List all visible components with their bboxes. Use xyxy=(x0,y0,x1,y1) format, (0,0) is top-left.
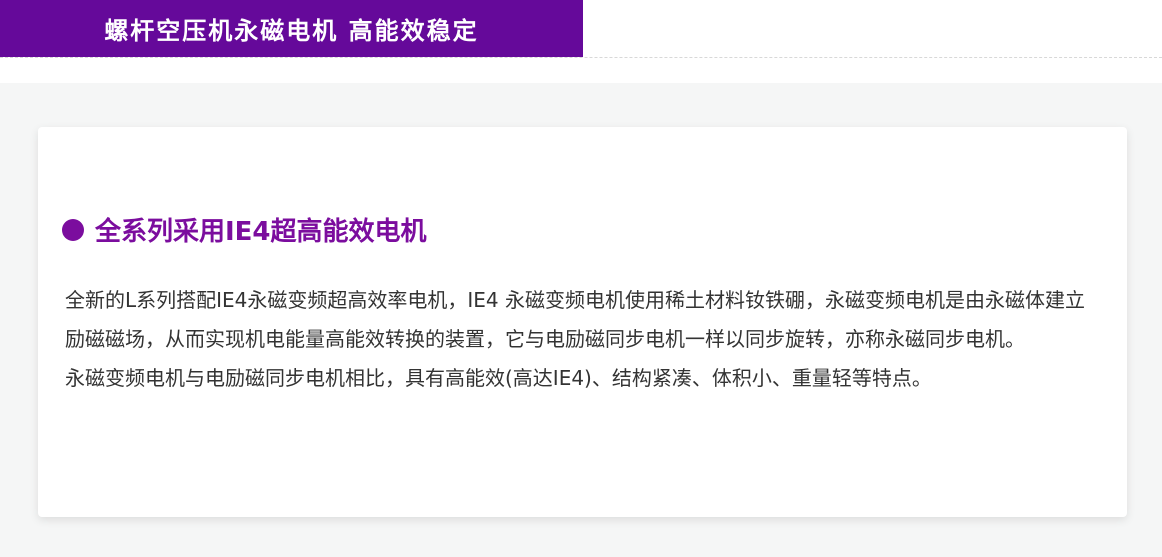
feature-paragraph-1: 全新的L系列搭配IE4永磁变频超高效率电机，IE4 永磁变频电机使用稀土材料钕铁… xyxy=(65,288,1086,351)
feature-heading-row: 全系列采用IE4超高能效电机 xyxy=(62,211,1103,248)
section-title: 螺杆空压机永磁电机 高能效稳定 xyxy=(104,17,479,45)
feature-heading: 全系列采用IE4超高能效电机 xyxy=(95,217,427,247)
section-title-banner: 螺杆空压机永磁电机 高能效稳定 xyxy=(0,0,583,57)
feature-card: 全系列采用IE4超高能效电机 全新的L系列搭配IE4永磁变频超高效率电机，IE4… xyxy=(38,127,1127,517)
content-area: 全系列采用IE4超高能效电机 全新的L系列搭配IE4永磁变频超高效率电机，IE4… xyxy=(0,83,1162,557)
page-header: 螺杆空压机永磁电机 高能效稳定 xyxy=(0,0,1162,83)
bullet-circle-icon xyxy=(62,218,84,241)
dashed-divider xyxy=(0,57,1162,58)
feature-description: 全新的L系列搭配IE4永磁变频超高效率电机，IE4 永磁变频电机使用稀土材料钕铁… xyxy=(65,281,1103,398)
feature-paragraph-2: 永磁变频电机与电励磁同步电机相比，具有高能效(高达IE4)、结构紧凑、体积小、重… xyxy=(65,366,932,390)
